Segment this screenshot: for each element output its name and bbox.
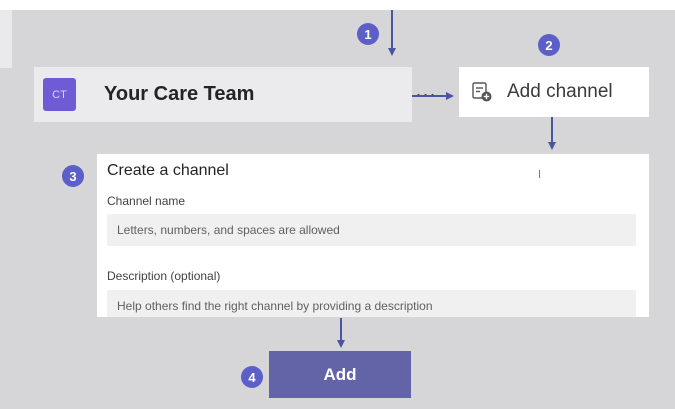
add-button[interactable]: Add [269, 351, 411, 398]
tutorial-canvas: CT Your Care Team ··· Add channel Create… [0, 0, 675, 409]
team-name: Your Care Team [104, 83, 255, 105]
add-channel-menu-item[interactable]: Add channel [459, 67, 649, 117]
channel-name-label: Channel name [107, 194, 186, 208]
step-badge-2: 2 [538, 34, 560, 56]
team-avatar: CT [43, 78, 76, 111]
more-options-button[interactable]: ··· [412, 82, 440, 106]
step-badge-3: 3 [62, 165, 84, 187]
team-card[interactable]: CT Your Care Team ··· [34, 67, 435, 122]
top-strip [0, 0, 675, 10]
step-badge-1: 1 [357, 23, 379, 45]
step-badge-4: 4 [241, 366, 263, 388]
left-panel-edge [0, 10, 12, 68]
create-channel-dialog: Create a channel Channel name Letters, n… [97, 154, 649, 317]
description-input[interactable]: Help others find the right channel by pr… [107, 290, 636, 317]
channel-name-input[interactable]: Letters, numbers, and spaces are allowed [107, 214, 636, 246]
text-caret [539, 170, 540, 178]
dialog-title: Create a channel [107, 162, 229, 179]
description-label: Description (optional) [107, 269, 221, 283]
add-channel-icon [472, 82, 492, 102]
add-channel-label: Add channel [507, 81, 613, 102]
